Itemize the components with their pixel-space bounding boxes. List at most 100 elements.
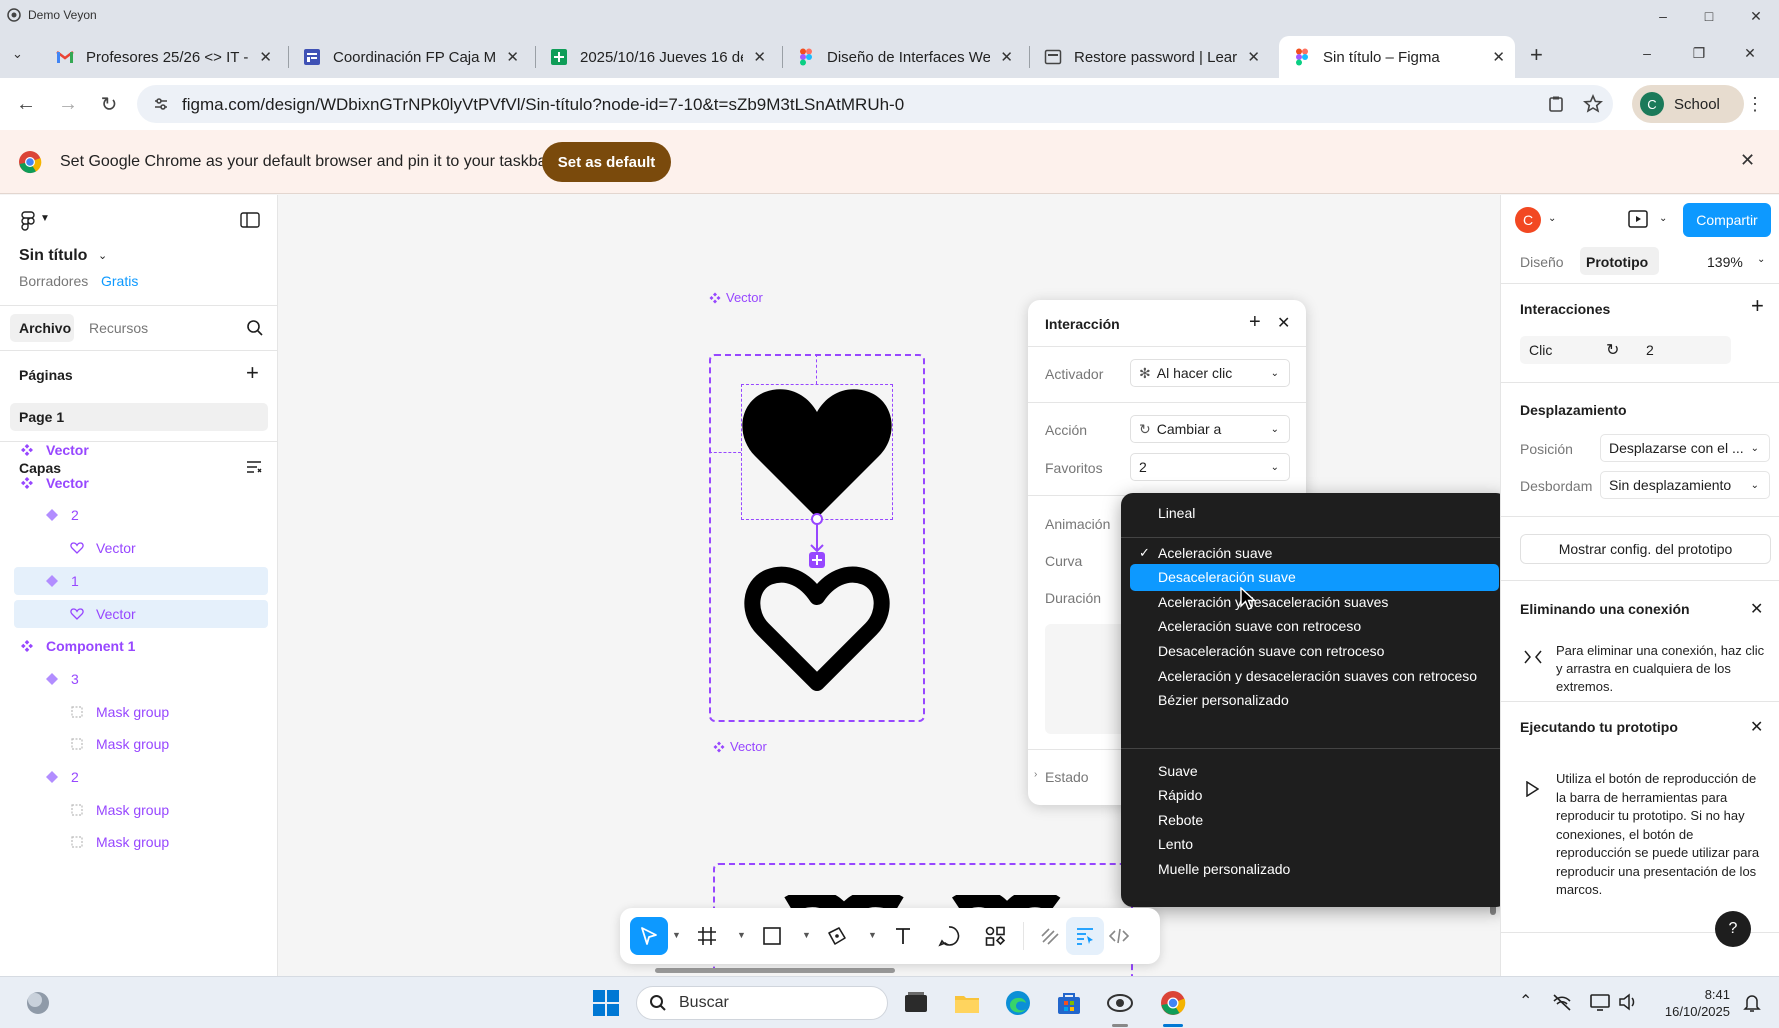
- tab-design[interactable]: Diseño: [1520, 254, 1564, 270]
- layer-row[interactable]: Vector: [14, 599, 268, 628]
- text-tool-button[interactable]: [884, 917, 922, 955]
- chrome-menu-icon[interactable]: ⋮: [1741, 90, 1769, 118]
- tab-search-icon[interactable]: ⌄: [12, 46, 23, 62]
- forward-icon[interactable]: →: [54, 90, 82, 118]
- show-prototype-settings-button[interactable]: Mostrar config. del prototipo: [1520, 534, 1771, 564]
- horizontal-scrollbar[interactable]: [655, 968, 895, 973]
- frame-label[interactable]: Vector: [726, 290, 763, 305]
- tab-sheets[interactable]: 2025/10/16 Jueves 16 de o ✕: [536, 36, 776, 78]
- chevron-down-icon[interactable]: ▼: [672, 930, 681, 940]
- chrome-app-icon[interactable]: [1159, 989, 1187, 1017]
- close-icon[interactable]: ✕: [1741, 5, 1771, 27]
- layer-row[interactable]: 1: [14, 566, 268, 595]
- reload-icon[interactable]: ↻: [95, 90, 123, 118]
- close-icon[interactable]: ✕: [1277, 313, 1290, 333]
- notifications-icon[interactable]: [1743, 993, 1761, 1013]
- curve-option[interactable]: Lineal: [1130, 499, 1499, 526]
- tab-figma-active[interactable]: Sin título – Figma ✕: [1279, 36, 1515, 78]
- draw-mode-button[interactable]: [1032, 917, 1070, 955]
- curve-option[interactable]: Desaceleración suave con retroceso: [1130, 637, 1499, 664]
- curve-option[interactable]: Desaceleración suave: [1130, 563, 1499, 591]
- tab-close-icon[interactable]: ✕: [753, 48, 766, 66]
- tab-close-icon[interactable]: ✕: [1247, 48, 1260, 66]
- file-title[interactable]: Sin título: [19, 247, 87, 265]
- chevron-down-icon[interactable]: ▼: [868, 930, 877, 940]
- interaction-row[interactable]: Clic ↻ 2: [1520, 336, 1731, 364]
- chevron-down-icon[interactable]: ▼: [737, 930, 746, 940]
- network-off-icon[interactable]: [1552, 993, 1572, 1011]
- bookmark-star-icon[interactable]: [1583, 94, 1603, 114]
- overflow-select[interactable]: Sin desplazamiento ⌄: [1600, 471, 1770, 499]
- file-explorer-icon[interactable]: [953, 989, 981, 1017]
- chevron-down-icon[interactable]: ⌄: [1548, 213, 1556, 224]
- curve-option[interactable]: ✓ Aceleración suave: [1130, 539, 1499, 566]
- heart-filled-vector[interactable]: [741, 384, 893, 520]
- dev-mode-button[interactable]: [1100, 917, 1138, 955]
- tab-archivo[interactable]: Archivo: [19, 320, 71, 336]
- new-tab-button[interactable]: +: [1530, 42, 1543, 68]
- site-settings-icon[interactable]: [153, 96, 169, 112]
- layer-row[interactable]: Mask group: [14, 698, 268, 726]
- curve-option[interactable]: Aceleración y desaceleración suaves con …: [1130, 662, 1499, 689]
- minimize-icon[interactable]: –: [1632, 42, 1662, 64]
- system-clock[interactable]: 8:41 16/10/2025: [1652, 986, 1730, 1020]
- close-icon[interactable]: ✕: [1750, 717, 1763, 737]
- chevron-down-icon[interactable]: ▼: [802, 930, 811, 940]
- taskbar-search[interactable]: Buscar: [636, 986, 888, 1020]
- layer-row[interactable]: Vector: [14, 469, 268, 497]
- page-item-1[interactable]: Page 1: [10, 403, 268, 431]
- chevron-down-icon[interactable]: ⌄: [1757, 254, 1765, 265]
- curve-option[interactable]: Muelle personalizado: [1130, 855, 1499, 882]
- curve-option[interactable]: Rebote: [1130, 806, 1499, 833]
- restore-icon[interactable]: ❐: [1684, 42, 1714, 64]
- edge-icon[interactable]: [1004, 989, 1032, 1017]
- display-icon[interactable]: [1590, 993, 1610, 1011]
- figma-menu-icon[interactable]: [20, 211, 36, 231]
- tab-prototype[interactable]: Prototipo: [1586, 254, 1648, 270]
- present-icon[interactable]: [1628, 210, 1648, 228]
- chevron-down-icon[interactable]: ▼: [40, 213, 50, 224]
- curve-option[interactable]: Bézier personalizado: [1130, 687, 1499, 714]
- share-button[interactable]: Compartir: [1683, 203, 1771, 237]
- layer-row[interactable]: 3: [14, 665, 268, 693]
- frame-label[interactable]: Vector: [730, 739, 767, 754]
- layer-row[interactable]: Mask group: [14, 730, 268, 758]
- trigger-select[interactable]: ✻ Al hacer clic ⌄: [1130, 359, 1290, 387]
- layer-row[interactable]: Vector: [14, 534, 268, 562]
- layer-row[interactable]: Vector: [14, 436, 268, 464]
- layer-row[interactable]: Component 1: [14, 632, 268, 660]
- layer-row[interactable]: 2: [14, 501, 268, 529]
- task-view-icon[interactable]: [902, 989, 930, 1017]
- sidebar-toggle-icon[interactable]: [240, 212, 260, 228]
- layer-row[interactable]: Mask group: [14, 828, 268, 856]
- favorites-select[interactable]: 2 ⌄: [1130, 453, 1290, 481]
- layer-row[interactable]: Mask group: [14, 796, 268, 824]
- chevron-up-icon[interactable]: ⌃: [1519, 991, 1532, 1011]
- prototype-connection[interactable]: [806, 511, 828, 571]
- tab-restore-password[interactable]: Restore password | Learnin ✕: [1030, 36, 1270, 78]
- curve-option[interactable]: Rápido: [1130, 782, 1499, 809]
- tab-close-icon[interactable]: ✕: [259, 48, 272, 66]
- back-icon[interactable]: ←: [12, 90, 40, 118]
- set-as-default-button[interactable]: Set as default: [542, 142, 671, 182]
- pen-tool-button[interactable]: [818, 917, 856, 955]
- curve-option[interactable]: Aceleración y desaceleración suaves: [1130, 588, 1499, 615]
- tab-recursos[interactable]: Recursos: [89, 320, 148, 336]
- add-page-icon[interactable]: +: [246, 360, 259, 386]
- veyon-app-icon[interactable]: [1106, 989, 1134, 1017]
- chevron-down-icon[interactable]: ⌄: [1659, 213, 1667, 224]
- action-select[interactable]: ↻ Cambiar a ⌄: [1130, 415, 1290, 443]
- prototype-mode-button[interactable]: [1066, 917, 1104, 955]
- drafts-link[interactable]: Borradores: [19, 273, 88, 289]
- heart-outline-vector[interactable]: [741, 555, 893, 695]
- plan-badge[interactable]: Gratis: [101, 273, 138, 289]
- help-button[interactable]: ?: [1715, 911, 1751, 947]
- shape-tool-button[interactable]: [753, 917, 791, 955]
- state-label[interactable]: Estado: [1045, 769, 1089, 785]
- search-icon[interactable]: [246, 319, 264, 337]
- chevron-down-icon[interactable]: ⌄: [98, 249, 107, 262]
- curve-option[interactable]: Aceleración suave con retroceso: [1130, 613, 1499, 640]
- tab-forms[interactable]: Coordinación FP Caja Mági ✕: [289, 36, 529, 78]
- position-select[interactable]: Desplazarse con el ... ⌄: [1600, 434, 1770, 462]
- store-icon[interactable]: [1055, 989, 1083, 1017]
